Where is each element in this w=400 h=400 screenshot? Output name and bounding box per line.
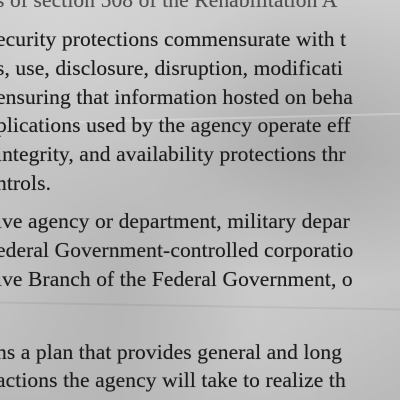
text-line: ive Branch of the Federal Government, o — [0, 267, 353, 291]
text-line: ederal Government-controlled corporatio — [0, 238, 354, 262]
text-line: actions the agency will take to realize … — [0, 368, 346, 392]
paper-crease — [0, 301, 400, 311]
text-line: s, use, disclosure, disruption, modifica… — [0, 56, 343, 80]
text-line: s of section 508 of the Rehabilitation A — [0, 0, 338, 12]
text-line: ive agency or department, military depar — [0, 209, 350, 233]
document-page: s of section 508 of the Rehabilitation A… — [0, 0, 400, 400]
text-line: integrity, and availability protections … — [0, 142, 346, 166]
text-line: ecurity protections commensurate with t — [0, 27, 347, 51]
text-line: ntrols. — [0, 171, 52, 195]
text-line: ns a plan that provides general and long — [0, 340, 343, 364]
text-line: ensuring that information hosted on beha — [0, 85, 353, 109]
text-line: plications used by the agency operate ef… — [0, 113, 351, 137]
